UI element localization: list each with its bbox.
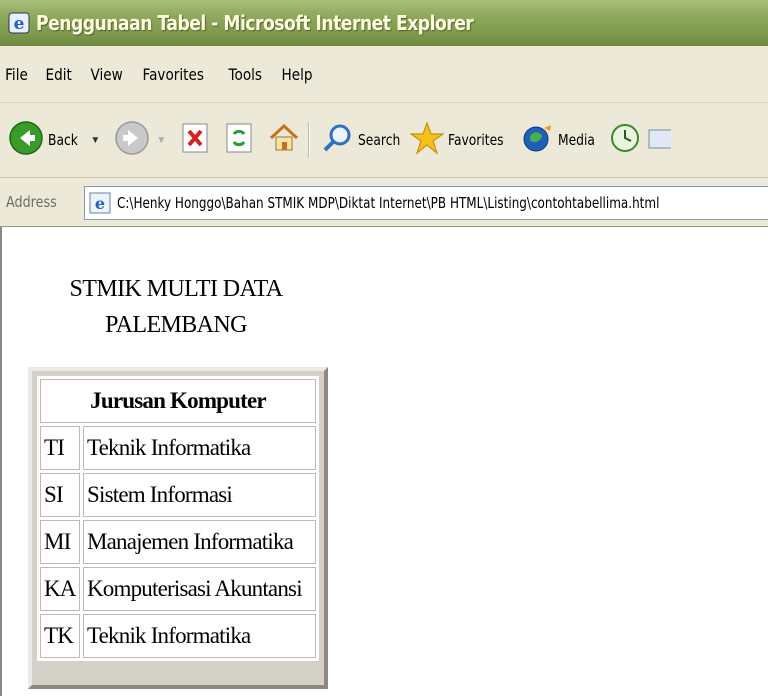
page-heading: STMIK MULTI DATA PALEMBANG [26,271,326,343]
history-button[interactable] [609,122,641,159]
svg-text:e: e [95,194,105,213]
table-header-row: Jurusan Komputer [40,379,316,423]
media-button[interactable]: Media [522,122,603,159]
page-icon: e [89,192,111,214]
row-code: MI [40,520,80,564]
back-dropdown-icon[interactable]: ▼ [90,135,100,146]
table-row: TI Teknik Informatika [40,426,316,470]
forward-button[interactable] [114,120,150,161]
ie-icon: e [8,12,30,34]
forward-dropdown-icon[interactable]: ▼ [156,135,166,146]
row-code: KA [40,567,80,611]
svg-text:e: e [14,14,25,34]
title-bar[interactable]: e Penggunaan Tabel - Microsoft Internet … [0,0,768,46]
address-input[interactable]: e C:\Henky Honggo\Bahan STMIK MDP\Diktat… [84,186,768,220]
refresh-icon [224,122,254,159]
row-code: TK [40,614,80,658]
row-name: Manajemen Informatika [83,520,316,564]
row-name: Komputerisasi Akuntansi [83,567,316,611]
row-name: Sistem Informasi [83,473,316,517]
row-code: SI [40,473,80,517]
menu-favorites[interactable]: Favorites [134,65,212,84]
table-row: SI Sistem Informasi [40,473,316,517]
page-content: STMIK MULTI DATA PALEMBANG Jurusan Kompu… [0,227,768,696]
table-row: KA Komputerisasi Akuntansi [40,567,316,611]
department-table: Jurusan Komputer TI Teknik Informatika S… [28,367,328,689]
refresh-button[interactable] [224,122,254,159]
row-code: TI [40,426,80,470]
menu-file[interactable]: File [0,65,36,84]
row-name: Teknik Informatika [83,614,316,658]
row-name: Teknik Informatika [83,426,316,470]
home-icon [268,122,300,159]
heading-line-2: PALEMBANG [105,312,247,338]
address-bar: Address e C:\Henky Honggo\Bahan STMIK MD… [0,178,768,227]
media-icon [522,122,554,159]
menu-view[interactable]: View [82,65,131,84]
stop-button[interactable] [180,122,210,159]
toolbar-separator [308,122,311,158]
search-button[interactable]: Search [322,122,410,159]
search-label: Search [358,131,401,149]
stop-icon [180,122,210,159]
back-button[interactable]: Back [8,120,84,161]
mail-button[interactable] [647,122,678,159]
favorites-label: Favorites [447,131,504,149]
menu-bar: File Edit View Favorites Tools Help [0,46,768,103]
mail-icon [647,122,678,159]
star-icon [408,120,445,160]
table-row: TK Teknik Informatika [40,614,316,658]
media-label: Media [557,131,595,149]
window-title: Penggunaan Tabel - Microsoft Internet Ex… [36,11,474,35]
table-row: MI Manajemen Informatika [40,520,316,564]
history-icon [609,122,641,159]
heading-line-1: STMIK MULTI DATA [69,276,284,302]
table-header: Jurusan Komputer [40,379,316,423]
address-url: C:\Henky Honggo\Bahan STMIK MDP\Diktat I… [117,194,660,212]
search-icon [322,122,354,159]
home-button[interactable] [268,122,300,159]
back-label: Back [48,131,78,149]
toolbar: Back ▼ ▼ Search Favorites Media [0,103,768,178]
menu-tools[interactable]: Tools [220,65,271,84]
menu-help[interactable]: Help [273,65,321,84]
forward-arrow-icon [114,120,150,161]
address-label: Address [6,193,57,211]
back-arrow-icon [8,120,44,161]
favorites-button[interactable]: Favorites [408,120,516,160]
menu-edit[interactable]: Edit [37,65,80,84]
